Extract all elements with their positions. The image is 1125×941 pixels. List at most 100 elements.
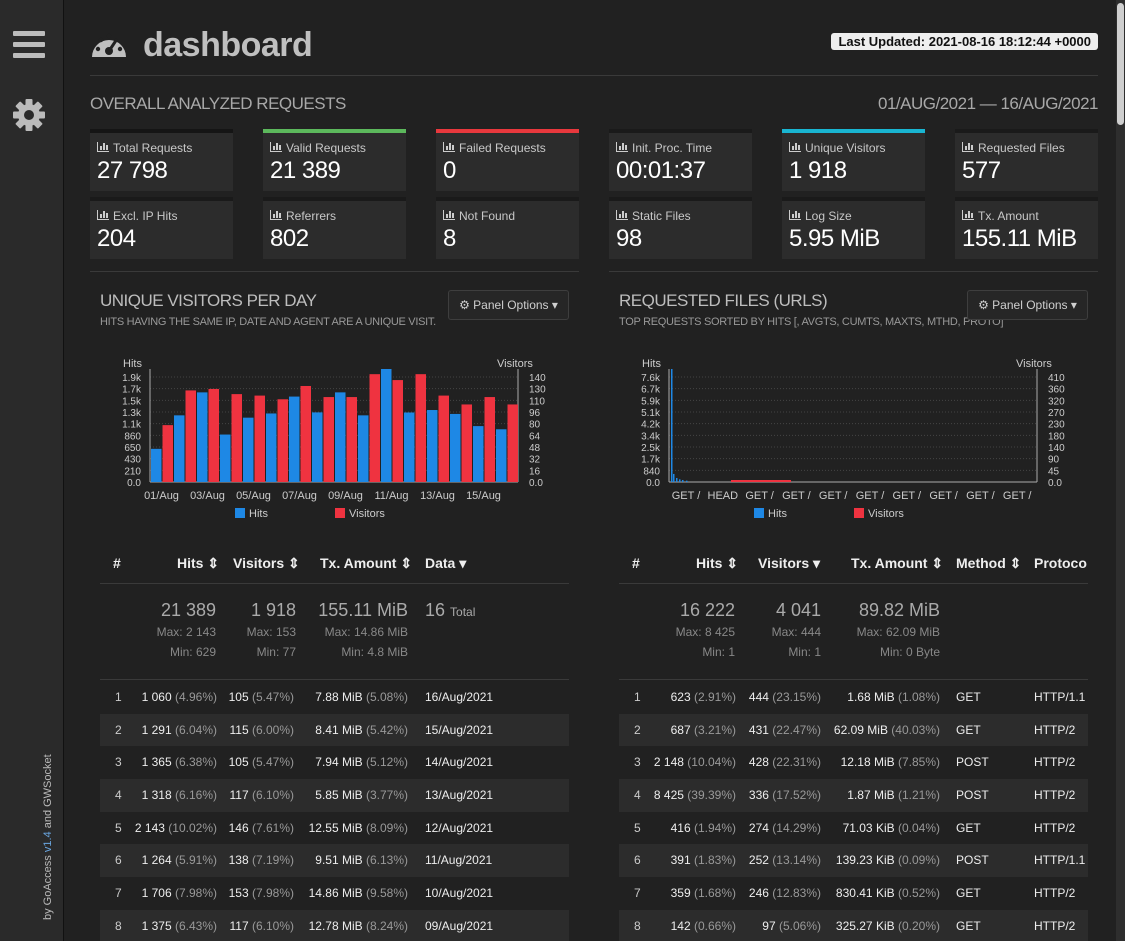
stat-card: Static Files 98 <box>609 197 752 259</box>
row-index: 6 <box>115 853 122 868</box>
bar-visitors <box>231 394 242 482</box>
stat-value: 802 <box>270 225 309 252</box>
legend-hits-label: Hits <box>768 508 787 520</box>
row-hits: 1 318 (6.16%) <box>141 788 217 803</box>
bar-chart-icon <box>616 210 628 220</box>
bar-chart-icon <box>97 142 109 152</box>
table-row[interactable]: 4 8 425 (39.39%) 336 (17.52%) 1.87 MiB (1.2… <box>619 779 1088 812</box>
bar-chart-icon <box>789 142 801 152</box>
left-tick-label: 1.5k <box>122 396 142 407</box>
stat-value: 0 <box>443 157 456 184</box>
table-row[interactable]: 2 1 291 (6.04%) 115 (6.00%) 8.41 MiB (5.42%… <box>100 713 569 747</box>
col-data[interactable]: Data ▾ <box>425 555 466 572</box>
bar-chart-icon <box>962 142 974 152</box>
table-row[interactable]: 3 1 365 (6.38%) 105 (5.47%) 7.94 MiB (5.12%… <box>100 746 569 779</box>
table-row[interactable]: 3 2 148 (10.04%) 428 (22.31%) 12.18 MiB (7.… <box>619 746 1088 779</box>
table-row[interactable]: 7 359 (1.68%) 246 (12.83%) 830.41 KiB (0.52… <box>619 877 1088 910</box>
right-tick-label: 16 <box>529 466 541 477</box>
summary-visitors: 1 918 <box>250 600 296 620</box>
bar-hits <box>197 392 208 482</box>
panel-options-button[interactable]: ⚙ Panel Options ▾ <box>967 290 1088 320</box>
left-tick-label: 210 <box>124 466 141 477</box>
col-tx[interactable]: Tx. Amount ⇕ <box>851 555 943 572</box>
bar-hits <box>673 473 675 482</box>
bar-visitors <box>300 385 311 482</box>
table-row[interactable]: 5 2 143 (10.02%) 146 (7.61%) 12.55 MiB (8.0… <box>100 812 569 845</box>
menu-icon[interactable] <box>13 31 45 59</box>
bar-chart-icon <box>97 210 109 220</box>
bar-chart-icon <box>789 210 801 220</box>
table-row[interactable]: 2 687 (3.21%) 431 (22.47%) 62.09 MiB (40.03… <box>619 713 1088 747</box>
row-hits: 8 425 (39.39%) <box>653 788 736 803</box>
version-link[interactable]: v1.4 <box>42 831 54 852</box>
bar-visitors <box>369 374 380 482</box>
row-date: 16/Aug/2021 <box>425 690 494 704</box>
right-tick-label: 48 <box>529 443 541 454</box>
col-hits[interactable]: Hits ⇕ <box>696 555 738 572</box>
left-tick-label: 6.7k <box>641 385 661 396</box>
row-tx: 1.87 MiB (1.21%) <box>847 788 940 803</box>
visitors-chart: Hits Visitors 0.0 0.0 210 16 430 32 650 48 860 64 1.… <box>100 352 569 537</box>
bar-visitors <box>731 480 791 482</box>
y-axis-left-label: Hits <box>642 358 661 370</box>
x-tick-label: GET / <box>782 490 811 502</box>
row-index: 4 <box>115 788 122 803</box>
row-index: 3 <box>634 755 641 770</box>
table-row[interactable]: 1 1 060 (4.96%) 105 (5.47%) 7.88 MiB (5.08%… <box>100 681 569 714</box>
table-row[interactable]: 5 416 (1.94%) 274 (14.29%) 71.03 KiB (0.04%… <box>619 812 1088 845</box>
table-row[interactable]: 4 1 318 (6.16%) 117 (6.10%) 5.85 MiB (3.77%… <box>100 779 569 812</box>
row-date: 09/Aug/2021 <box>425 918 494 933</box>
table-row[interactable]: 7 1 706 (7.98%) 153 (7.98%) 14.86 MiB (9.58… <box>100 877 569 910</box>
table-row[interactable]: 8 142 (0.66%) 97 (5.06%) 325.27 KiB (0.20%)… <box>619 909 1088 941</box>
row-tx: 14.86 MiB (9.58%) <box>308 886 408 901</box>
col-hits[interactable]: Hits ⇕ <box>177 555 219 572</box>
row-index: 6 <box>634 853 641 868</box>
stat-value: 8 <box>443 225 456 252</box>
x-tick-label: GET / <box>745 490 774 502</box>
bar-visitors <box>484 397 495 482</box>
row-protocol: HTTP/2 <box>1034 788 1076 803</box>
right-tick-label: 64 <box>529 431 541 442</box>
row-index: 4 <box>634 788 641 803</box>
bar-hits <box>312 412 323 482</box>
stat-card: Total Requests 27 798 <box>90 129 233 191</box>
stat-value: 98 <box>616 225 642 252</box>
row-method: POST <box>956 788 989 803</box>
summary-hits: 16 222 <box>679 600 735 620</box>
table-row[interactable]: 6 391 (1.83%) 252 (13.14%) 139.23 KiB (0.09… <box>619 844 1088 878</box>
left-tick-label: 430 <box>124 455 141 466</box>
row-tx: 139.23 KiB (0.09%) <box>835 853 940 868</box>
bar-hits <box>676 477 678 482</box>
col-visitors[interactable]: Visitors ▾ <box>758 555 820 572</box>
row-visitors: 97 (5.06%) <box>762 918 821 933</box>
bar-chart-icon <box>443 210 455 220</box>
row-visitors: 115 (6.00%) <box>229 722 294 737</box>
legend-visitors-swatch <box>335 508 345 518</box>
table-header: # Hits ⇕ Visitors ⇕ Tx. Amount ⇕ Data ▾ <box>100 552 569 584</box>
col-tx[interactable]: Tx. Amount ⇕ <box>320 555 412 572</box>
stat-value: 00:01:37 <box>616 157 706 184</box>
col-index: # <box>632 555 640 571</box>
bar-visitors <box>162 425 173 482</box>
table-row[interactable]: 8 1 375 (6.43%) 117 (6.10%) 12.78 MiB (8.24… <box>100 909 569 941</box>
scrollbar[interactable] <box>1116 0 1125 941</box>
x-tick-label: GET / <box>966 490 995 502</box>
col-visitors[interactable]: Visitors ⇕ <box>233 555 300 572</box>
row-hits: 1 291 (6.04%) <box>141 722 217 737</box>
panel-options-button[interactable]: ⚙ Panel Options ▾ <box>448 290 569 320</box>
stat-card: Init. Proc. Time 00:01:37 <box>609 129 752 191</box>
table-row[interactable]: 6 1 264 (5.91%) 138 (7.19%) 9.51 MiB (6.13%… <box>100 844 569 878</box>
scrollbar-thumb[interactable] <box>1117 3 1124 125</box>
col-method[interactable]: Method ⇕ <box>956 555 1021 572</box>
row-tx: 7.88 MiB (5.08%) <box>315 690 408 704</box>
col-protocol[interactable]: Protoco <box>1034 555 1087 571</box>
summary-hits-max: Max: 2 143 <box>156 625 216 639</box>
files-chart: Hits Visitors 0.0 0.0 840 45 1.7k 90 2.5k 140 3.4k… <box>619 352 1088 537</box>
credits: by GoAccess v1.4 and GWSocket <box>42 754 54 920</box>
table-row[interactable]: 1 623 (2.91%) 444 (23.15%) 1.68 MiB (1.08%)… <box>619 681 1088 714</box>
gear-icon[interactable] <box>12 98 46 132</box>
bar-hits <box>151 448 162 482</box>
row-index: 5 <box>634 820 641 835</box>
x-tick-label: GET / <box>819 490 848 502</box>
visitors-chart-svg: Hits Visitors0.0 0.0210 16430 32650 48860 641.… <box>122 358 546 520</box>
